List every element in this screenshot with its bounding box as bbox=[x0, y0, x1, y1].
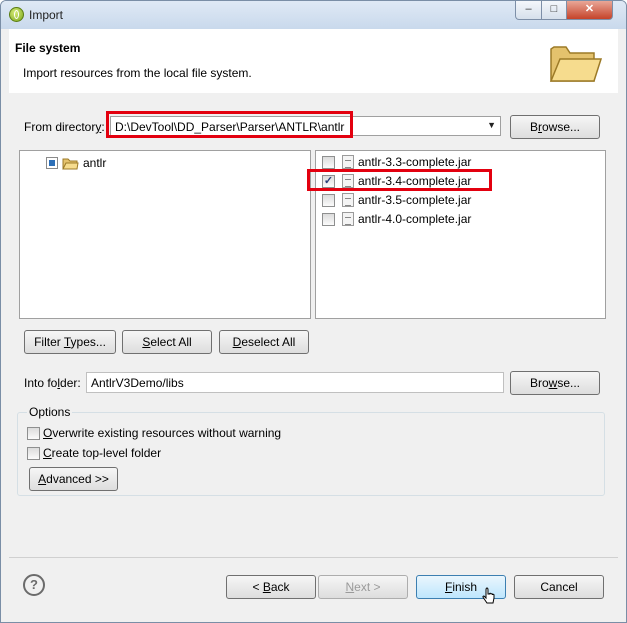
into-folder-value: AntlrV3Demo/libs bbox=[91, 376, 184, 390]
next-button[interactable]: Next > bbox=[318, 575, 408, 599]
file-checkbox[interactable] bbox=[322, 213, 335, 226]
folder-open-icon bbox=[549, 46, 602, 82]
file-label: antlr-3.4-complete.jar bbox=[358, 174, 472, 188]
overwrite-label: Overwrite existing resources without war… bbox=[43, 426, 282, 440]
from-directory-combo[interactable]: D:\DevTool\DD_Parser\Parser\ANTLR\antlr … bbox=[110, 116, 501, 136]
folder-icon bbox=[62, 158, 79, 170]
window-title: Import bbox=[29, 8, 64, 22]
filter-types-button[interactable]: Filter Types... bbox=[24, 330, 116, 354]
jar-file-icon bbox=[342, 155, 354, 169]
file-checkbox[interactable] bbox=[322, 156, 335, 169]
select-all-button[interactable]: Select All bbox=[122, 330, 212, 354]
footer-separator bbox=[9, 557, 618, 558]
overwrite-checkbox[interactable] bbox=[27, 427, 40, 440]
mouse-pointer-icon bbox=[482, 587, 495, 604]
file-label: antlr-3.5-complete.jar bbox=[358, 193, 472, 207]
folder-tree[interactable]: antlr bbox=[19, 150, 311, 319]
jar-file-icon bbox=[342, 193, 354, 207]
toplevel-checkbox[interactable] bbox=[27, 447, 40, 460]
minimize-button[interactable]: – bbox=[515, 1, 542, 20]
import-dialog: Import – □ ✕ File system Import resource… bbox=[0, 0, 627, 623]
wizard-content: From directory: D:\DevTool\DD_Parser\Par… bbox=[9, 93, 618, 622]
tree-item-checkbox[interactable] bbox=[46, 157, 58, 169]
list-item[interactable]: antlr-4.0-complete.jar bbox=[322, 210, 522, 228]
toplevel-label: Create top-level folder bbox=[43, 446, 162, 460]
cancel-button[interactable]: Cancel bbox=[514, 575, 604, 599]
close-button[interactable]: ✕ bbox=[566, 1, 613, 20]
maximize-button[interactable]: □ bbox=[541, 1, 567, 20]
from-directory-label: From directory: bbox=[24, 120, 105, 134]
browse-folder-button[interactable]: Browse... bbox=[510, 371, 600, 395]
list-item[interactable]: antlr-3.3-complete.jar bbox=[322, 153, 522, 171]
eclipse-icon bbox=[9, 7, 24, 22]
list-item[interactable]: ✓ antlr-3.4-complete.jar bbox=[322, 172, 522, 190]
file-label: antlr-4.0-complete.jar bbox=[358, 212, 472, 226]
list-item[interactable]: antlr-3.5-complete.jar bbox=[322, 191, 522, 209]
file-checkbox[interactable] bbox=[322, 194, 335, 207]
advanced-button[interactable]: Advanced >> bbox=[29, 467, 118, 491]
tree-item-label: antlr bbox=[83, 156, 107, 170]
dropdown-arrow-icon[interactable]: ▼ bbox=[487, 120, 496, 130]
into-folder-label: Into folder: bbox=[24, 376, 81, 390]
help-icon[interactable]: ? bbox=[23, 574, 45, 596]
file-checkbox-checked[interactable]: ✓ bbox=[322, 175, 335, 188]
browse-directory-button[interactable]: Browse... bbox=[510, 115, 600, 139]
jar-file-icon bbox=[342, 174, 354, 188]
page-description: Import resources from the local file sys… bbox=[23, 66, 252, 80]
file-list[interactable]: antlr-3.3-complete.jar ✓ antlr-3.4-compl… bbox=[315, 150, 606, 319]
file-label: antlr-3.3-complete.jar bbox=[358, 155, 472, 169]
into-folder-field[interactable]: AntlrV3Demo/libs bbox=[86, 372, 504, 393]
from-directory-value: D:\DevTool\DD_Parser\Parser\ANTLR\antlr bbox=[115, 120, 345, 134]
title-bar[interactable]: Import – □ ✕ bbox=[1, 1, 626, 29]
deselect-all-button[interactable]: Deselect All bbox=[219, 330, 309, 354]
wizard-header: File system Import resources from the lo… bbox=[9, 29, 618, 94]
back-button[interactable]: < Back bbox=[226, 575, 316, 599]
jar-file-icon bbox=[342, 212, 354, 226]
page-title: File system bbox=[15, 41, 81, 55]
options-title: Options bbox=[27, 405, 73, 419]
